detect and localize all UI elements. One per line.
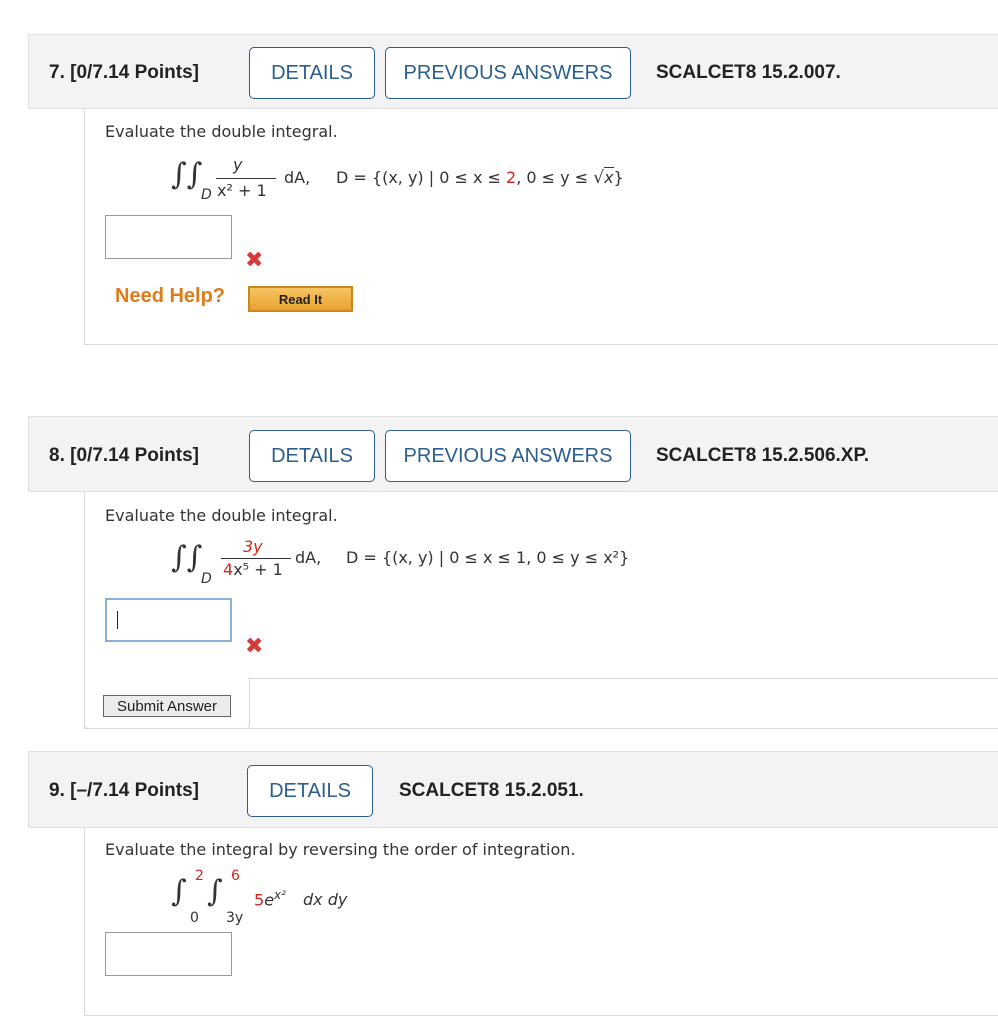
read-it-button[interactable]: Read It bbox=[248, 286, 353, 312]
differentials: dx dy bbox=[303, 890, 348, 909]
question-7-prompt: Evaluate the double integral. bbox=[105, 122, 338, 141]
outer-lower-limit: 0 bbox=[190, 910, 199, 926]
answer-input[interactable] bbox=[105, 932, 232, 976]
outer-integral-sign: ∫ bbox=[171, 874, 187, 909]
question-7-body: Evaluate the double integral. ∫∫ D y x² … bbox=[84, 109, 998, 345]
submit-tab-border bbox=[249, 678, 998, 679]
region-definition: D = {(x, y) | 0 ≤ x ≤ 1, 0 ≤ y ≤ x²} bbox=[346, 548, 630, 567]
integrand: 5ex² bbox=[254, 888, 286, 910]
inner-lower-limit: 3y bbox=[226, 910, 244, 926]
fraction-denominator: x² + 1 bbox=[217, 181, 267, 200]
question-8-prompt: Evaluate the double integral. bbox=[105, 506, 338, 525]
fraction-numerator: 3y bbox=[243, 537, 263, 556]
question-9-integral: ∫ 2 0 ∫ 6 3y 5ex² dx dy bbox=[171, 866, 471, 930]
double-integral-sign: ∫∫ bbox=[171, 540, 203, 575]
need-help-label: Need Help? bbox=[115, 285, 226, 307]
details-button[interactable]: DETAILS bbox=[249, 430, 375, 482]
domain-subscript: D bbox=[201, 187, 212, 203]
question-9-body: Evaluate the integral by reversing the o… bbox=[84, 828, 998, 1016]
question-7-integral: ∫∫ D y x² + 1 dA, D = {(x, y) | 0 ≤ x ≤ … bbox=[171, 151, 771, 207]
question-7-code: SCALCET8 15.2.007. bbox=[656, 62, 841, 83]
details-button[interactable]: DETAILS bbox=[247, 765, 373, 817]
fraction-numerator: y bbox=[233, 155, 243, 174]
text-caret bbox=[117, 611, 118, 629]
question-7-header: 7. [0/7.14 Points] DETAILS PREVIOUS ANSW… bbox=[28, 34, 998, 109]
answer-input[interactable] bbox=[105, 598, 232, 642]
question-9-code: SCALCET8 15.2.051. bbox=[399, 780, 584, 801]
question-9-points: 9. [–/7.14 Points] bbox=[49, 780, 199, 801]
details-button[interactable]: DETAILS bbox=[249, 47, 375, 99]
differential: dA, bbox=[295, 548, 322, 567]
inner-upper-limit: 6 bbox=[231, 868, 240, 884]
fraction-bar bbox=[221, 558, 291, 559]
previous-answers-button[interactable]: PREVIOUS ANSWERS bbox=[385, 47, 631, 99]
question-7-points: 7. [0/7.14 Points] bbox=[49, 62, 199, 83]
question-8-header: 8. [0/7.14 Points] DETAILS PREVIOUS ANSW… bbox=[28, 416, 998, 492]
incorrect-icon: ✖ bbox=[245, 634, 264, 659]
domain-subscript: D bbox=[201, 571, 212, 587]
fraction-denominator: 4x⁵ + 1 bbox=[223, 560, 283, 579]
fraction-bar bbox=[216, 178, 276, 179]
question-8-code: SCALCET8 15.2.506.XP. bbox=[656, 445, 869, 466]
question-9-prompt: Evaluate the integral by reversing the o… bbox=[105, 840, 576, 859]
submit-answer-button[interactable]: Submit Answer bbox=[103, 695, 231, 717]
outer-upper-limit: 2 bbox=[195, 868, 204, 884]
incorrect-icon: ✖ bbox=[245, 248, 264, 273]
region-definition: D = {(x, y) | 0 ≤ x ≤ 2, 0 ≤ y ≤ √x} bbox=[336, 167, 624, 188]
question-8-points: 8. [0/7.14 Points] bbox=[49, 445, 199, 466]
question-8-integral: ∫∫ D 3y 4x⁵ + 1 dA, D = {(x, y) | 0 ≤ x … bbox=[171, 536, 771, 592]
double-integral-sign: ∫∫ bbox=[171, 157, 203, 192]
inner-integral-sign: ∫ bbox=[207, 874, 223, 909]
answer-input[interactable] bbox=[105, 215, 232, 259]
previous-answers-button[interactable]: PREVIOUS ANSWERS bbox=[385, 430, 631, 482]
differential: dA, bbox=[284, 168, 311, 187]
question-9-header: 9. [–/7.14 Points] DETAILS SCALCET8 15.2… bbox=[28, 751, 998, 828]
